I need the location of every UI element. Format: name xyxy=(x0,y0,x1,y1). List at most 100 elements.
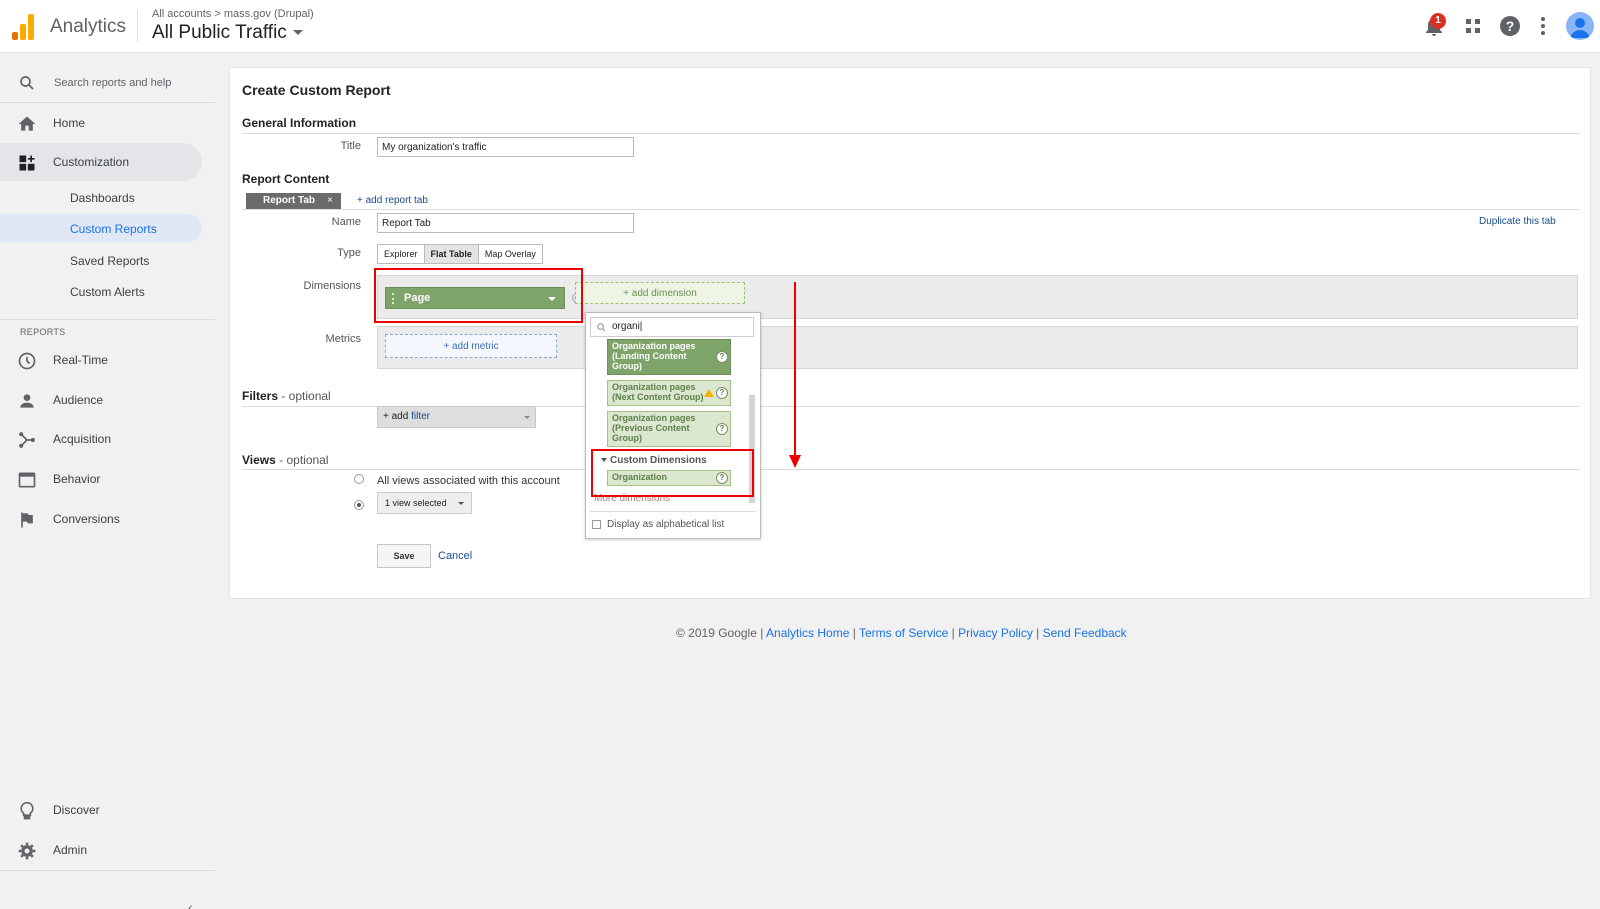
save-button[interactable]: Save xyxy=(377,544,431,568)
more-vert-icon[interactable] xyxy=(1531,14,1555,38)
add-report-tab-link[interactable]: + add report tab xyxy=(357,195,428,206)
section-divider xyxy=(242,469,1580,470)
privacy-link[interactable]: Privacy Policy xyxy=(958,626,1033,640)
avatar[interactable] xyxy=(1566,12,1594,40)
sidebar-item-home[interactable]: Home xyxy=(0,104,202,142)
copyright-text: © 2019 Google | xyxy=(676,626,767,640)
sidebar-item-audience[interactable]: Audience xyxy=(0,381,202,419)
account-breadcrumb[interactable]: All accounts > mass.gov (Drupal) xyxy=(152,8,314,20)
views-dropdown[interactable]: 1 view selected xyxy=(377,492,472,514)
terms-link[interactable]: Terms of Service xyxy=(859,626,948,640)
sidebar-search[interactable]: Search reports and help xyxy=(0,63,215,103)
reports-section-label: REPORTS xyxy=(20,327,66,337)
sidebar-item-label: Conversions xyxy=(53,512,120,526)
page-title: Create Custom Report xyxy=(242,82,391,98)
metrics-drop-area[interactable] xyxy=(377,326,1578,369)
analytics-home-link[interactable]: Analytics Home xyxy=(766,626,849,640)
app-name[interactable]: Analytics xyxy=(50,16,126,38)
help-icon[interactable]: ? xyxy=(716,387,728,399)
duplicate-tab-link[interactable]: Duplicate this tab xyxy=(1479,216,1556,227)
metrics-label: Metrics xyxy=(325,333,361,345)
analytics-logo-icon[interactable] xyxy=(12,14,36,40)
header-divider xyxy=(137,10,138,42)
sidebar-divider xyxy=(0,870,215,871)
add-dimension-button[interactable]: + add dimension xyxy=(575,282,745,304)
clock-icon xyxy=(18,352,36,370)
sidebar-item-label: Behavior xyxy=(53,472,101,486)
sidebar-item-behavior[interactable]: Behavior xyxy=(0,460,202,498)
gear-icon xyxy=(18,842,36,860)
tab-name-input[interactable] xyxy=(377,213,634,233)
feedback-link[interactable]: Send Feedback xyxy=(1043,626,1127,640)
dimension-option[interactable]: Organization pages (Next Content Group)? xyxy=(607,380,731,406)
sidebar-item-label: Audience xyxy=(53,393,104,407)
type-map-overlay-button[interactable]: Map Overlay xyxy=(477,244,543,264)
sidebar-item-real-time[interactable]: Real-Time xyxy=(0,341,202,379)
general-information-heading: General Information xyxy=(242,116,357,130)
optional-note: - optional xyxy=(278,389,331,403)
dimension-search-value: organi| xyxy=(612,321,643,332)
add-filter-prefix: + add xyxy=(383,411,412,422)
sidebar-subitem-dashboards[interactable]: Dashboards xyxy=(0,183,202,211)
chevron-down-icon xyxy=(458,502,464,505)
title-label: Title xyxy=(340,140,361,152)
sidebar-item-label: Home xyxy=(53,116,86,130)
alphabetical-checkbox[interactable] xyxy=(592,519,601,529)
dimension-option-label: Organization pages (Next Content Group) xyxy=(612,382,704,402)
add-metric-button[interactable]: + add metric xyxy=(385,334,557,358)
help-icon[interactable]: ? xyxy=(716,423,728,435)
sidebar-item-admin[interactable]: Admin xyxy=(0,831,202,869)
apps-grid-icon[interactable] xyxy=(1461,14,1485,38)
type-flat-table-button[interactable]: Flat Table xyxy=(423,244,479,264)
dimension-option[interactable]: Organization pages (Landing Content Grou… xyxy=(607,339,731,375)
sidebar-subitem-saved-reports[interactable]: Saved Reports xyxy=(0,246,202,274)
footer-separator: | xyxy=(849,626,859,640)
add-filter-dropdown[interactable]: + add filter xyxy=(377,406,536,428)
footer-separator: | xyxy=(948,626,959,640)
sidebar-subitem-label: Saved Reports xyxy=(70,254,150,268)
alphabetical-label: Display as alphabetical list xyxy=(607,519,725,530)
notification-badge: 1 xyxy=(1430,13,1446,29)
sidebar-subitem-label: Custom Alerts xyxy=(70,285,145,299)
report-tab-chip[interactable]: Report Tab × xyxy=(246,193,341,209)
view-name: All Public Traffic xyxy=(152,22,287,43)
top-bar: Analytics All accounts > mass.gov (Drupa… xyxy=(0,0,1600,53)
type-explorer-button[interactable]: Explorer xyxy=(377,244,425,264)
create-custom-report-panel: Create Custom Report General Information… xyxy=(229,67,1591,599)
sidebar-item-discover[interactable]: Discover xyxy=(0,791,202,829)
page-footer: © 2019 Google | Analytics Home | Terms o… xyxy=(676,626,1127,640)
dimension-option-label: Organization pages (Landing Content Grou… xyxy=(612,341,696,371)
chevron-down-icon xyxy=(524,416,530,419)
view-selector[interactable]: All Public Traffic xyxy=(152,22,303,44)
highlight-box xyxy=(374,268,583,323)
views-heading-text: Views xyxy=(242,453,276,467)
sidebar-item-customization[interactable]: Customization xyxy=(0,143,202,181)
alphabetical-list-option[interactable]: Display as alphabetical list xyxy=(592,519,724,530)
help-icon[interactable]: ? xyxy=(716,351,728,363)
dimension-search-input[interactable]: organi| xyxy=(590,317,754,337)
footer-separator: | xyxy=(1032,626,1043,640)
type-button-group: Explorer Flat Table Map Overlay xyxy=(377,244,543,264)
sidebar-subitem-custom-alerts[interactable]: Custom Alerts xyxy=(0,277,202,305)
dimension-option[interactable]: Organization pages (Previous Content Gro… xyxy=(607,411,731,447)
person-icon xyxy=(20,394,34,408)
sidebar-item-acquisition[interactable]: Acquisition xyxy=(0,420,202,458)
sidebar-item-label: Real-Time xyxy=(53,353,108,367)
sidebar-item-label: Admin xyxy=(53,843,88,857)
cancel-link[interactable]: Cancel xyxy=(438,550,472,562)
sidebar-divider xyxy=(0,102,215,103)
views-all-radio[interactable] xyxy=(354,474,364,484)
views-selected-radio[interactable] xyxy=(354,500,364,510)
close-icon[interactable]: × xyxy=(327,195,333,206)
sidebar-item-conversions[interactable]: Conversions xyxy=(0,500,202,538)
title-input[interactable] xyxy=(377,137,634,157)
help-icon[interactable]: ? xyxy=(1498,14,1522,38)
warning-icon xyxy=(704,389,714,397)
sidebar-subitem-custom-reports[interactable]: Custom Reports xyxy=(0,214,202,242)
sidebar-divider xyxy=(0,319,215,320)
browser-window-icon xyxy=(18,472,36,488)
collapse-sidebar-icon[interactable]: ‹ xyxy=(188,899,193,909)
filters-heading: Filters - optional xyxy=(242,389,331,403)
section-divider xyxy=(242,133,1580,134)
report-tab-label: Report Tab xyxy=(263,195,316,206)
